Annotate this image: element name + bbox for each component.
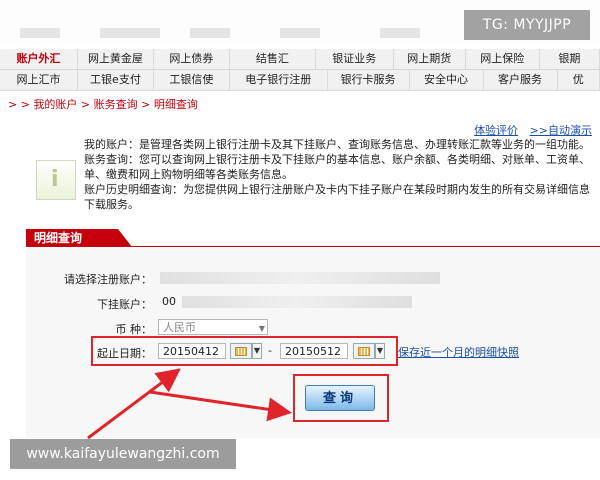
nav-item-card-service[interactable]: 银行卡服务 (328, 70, 410, 90)
nav-item-more[interactable]: 优 (558, 70, 600, 90)
description-line: 单、缴费和网上购物明细等各类账务信息。 (84, 168, 293, 181)
nav-item-securities[interactable]: 银证业务 (316, 49, 394, 69)
watermark: www.kaifayulewangzhi.com (10, 439, 236, 469)
date-range-highlight (91, 336, 398, 366)
description-line: 账户历史明细查询：为您提供网上银行注册账户及卡内下挂子账户在某段时期内发生的所有… (84, 183, 590, 196)
breadcrumb-detail-query: 明细查询 (153, 98, 198, 111)
page-description: 我的账户：是管理各类网上银行注册卡及其下挂账户、查询账务信息、办理转账汇款等业务… (84, 138, 600, 213)
breadcrumb-sep: > (137, 98, 154, 111)
top-nav-row-2: 网上汇市 工银e支付 工银信使 电子银行注册 银行卡服务 安全中心 客户服务 优 (0, 70, 600, 91)
breadcrumb-account-query[interactable]: 账务查询 (94, 98, 138, 111)
description-line: 下载服务。 (84, 198, 139, 211)
nav-item-epay[interactable]: 工银e支付 (78, 70, 154, 90)
top-links: 体验评价 >>自动演示 (466, 122, 592, 138)
nav-item-bonds[interactable]: 网上债券 (154, 49, 230, 69)
save-snapshot-link[interactable]: 保存近一个月的明细快照 (398, 344, 519, 360)
currency-value: 人民币 (163, 321, 196, 334)
info-icon: i (36, 160, 76, 200)
nav-item-gold[interactable]: 网上黄金屋 (78, 49, 154, 69)
nav-item-ebank-register[interactable]: 电子银行注册 (230, 70, 328, 90)
breadcrumb-sep: > (77, 98, 94, 111)
account-label: 请选择注册账户： (64, 273, 152, 286)
account-select[interactable] (160, 272, 440, 284)
query-button-highlight (293, 374, 389, 422)
nav-item-customer-service[interactable]: 客户服务 (484, 70, 558, 90)
sub-account-select[interactable] (182, 296, 412, 308)
nav-item-bank-futures[interactable]: 银期 (540, 49, 600, 69)
nav-item-forex[interactable]: 账户外汇 (0, 49, 78, 69)
currency-select[interactable]: 人民币 ▼ (158, 319, 268, 335)
sub-account-prefix: 00 (162, 295, 176, 308)
breadcrumb: > > 我的账户 > 账务查询 > 明细查询 (8, 96, 198, 112)
nav-item-messenger[interactable]: 工银信使 (154, 70, 230, 90)
tg-badge: TG: MYYJJPP (464, 10, 590, 40)
top-nav-row-1: 账户外汇 网上黄金屋 网上债券 结售汇 银证业务 网上期货 网上保险 银期 (0, 49, 600, 70)
nav-item-exchange[interactable]: 结售汇 (230, 49, 316, 69)
nav-item-fx-market[interactable]: 网上汇市 (0, 70, 78, 90)
breadcrumb-my-account[interactable]: 我的账户 (33, 98, 77, 111)
panel-divider (26, 246, 600, 247)
nav-item-security-center[interactable]: 安全中心 (410, 70, 484, 90)
description-line: 账务查询：您可以查询网上银行注册卡及下挂账户的基本信息、账户余额、各类明细、对账… (84, 153, 590, 166)
currency-label: 币 种： (115, 323, 153, 336)
breadcrumb-prefix: > > (8, 98, 34, 111)
chevron-down-icon: ▼ (258, 324, 265, 333)
feedback-link[interactable]: 体验评价 (474, 124, 518, 137)
description-line: 我的账户：是管理各类网上银行注册卡及其下挂账户、查询账务信息、办理转账汇款等业务… (84, 138, 590, 151)
nav-item-insurance[interactable]: 网上保险 (466, 49, 540, 69)
nav-item-futures[interactable]: 网上期货 (394, 49, 466, 69)
sub-account-label: 下挂账户： (97, 298, 152, 311)
auto-demo-link[interactable]: >>自动演示 (530, 124, 592, 137)
panel-title: 明细查询 (26, 229, 132, 247)
